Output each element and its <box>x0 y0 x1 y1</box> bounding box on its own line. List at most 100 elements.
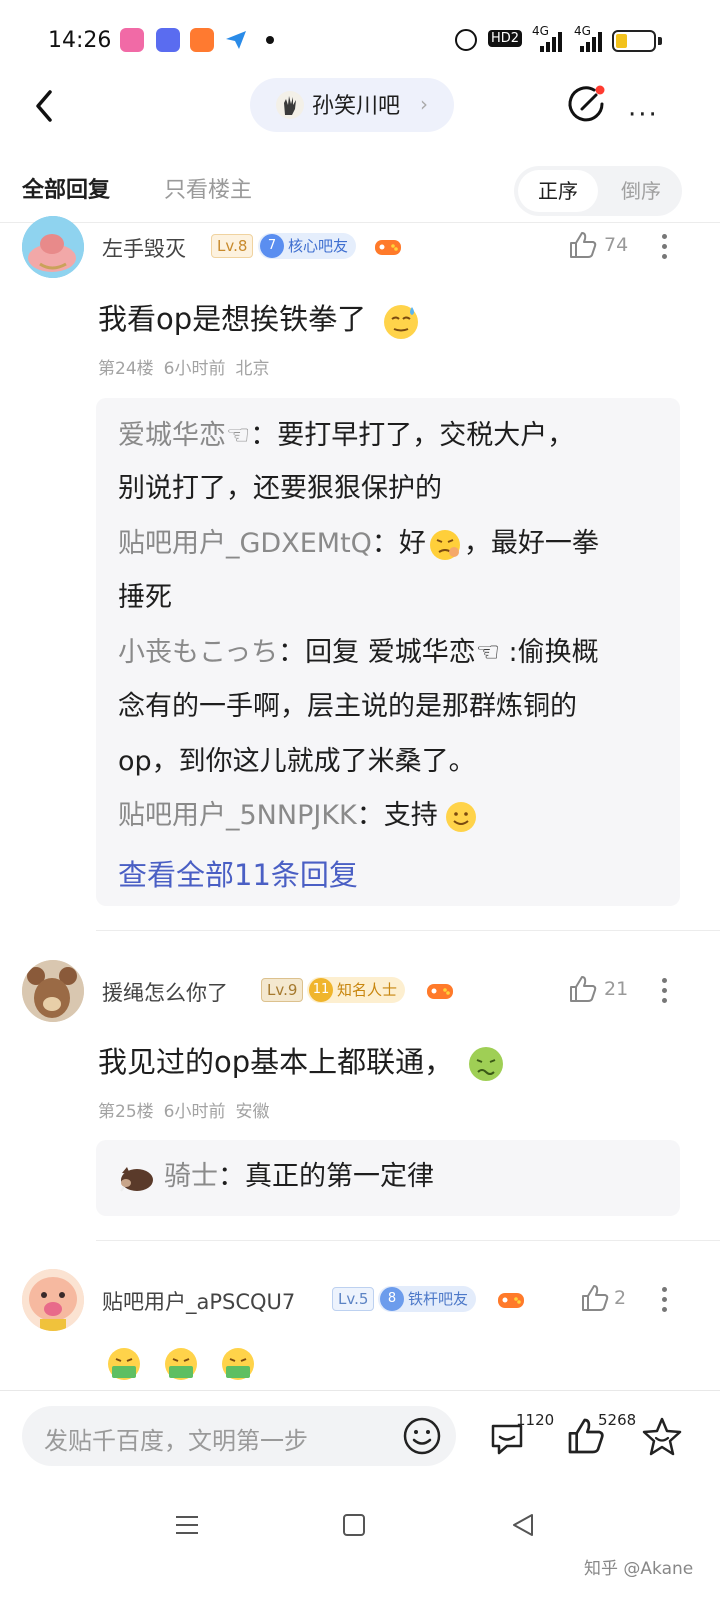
forum-avatar-icon <box>276 91 304 119</box>
like-button[interactable]: 21 <box>568 974 636 1006</box>
reply-colon: ： <box>371 528 399 559</box>
reply-username[interactable]: 骑士 <box>164 1161 218 1192</box>
reply-colon: ： <box>278 637 306 668</box>
alarm-icon <box>455 29 477 51</box>
like-count: 21 <box>604 978 629 1000</box>
status-time: 14:26 <box>48 28 112 53</box>
post-content: 我见过的op基本上都联通， <box>98 1039 506 1084</box>
reply-username[interactable]: 爱城华恋☜ <box>118 420 250 451</box>
divider <box>0 222 720 223</box>
thumb-up-icon <box>582 1285 609 1311</box>
reply-text: ，最好一拳 <box>463 528 599 559</box>
reply-colon: ： <box>250 420 278 451</box>
smiley-icon <box>403 1417 441 1455</box>
reply-text-continued: op，到你这儿就成了米桑了。 <box>118 746 476 777</box>
smile-emoji-icon <box>445 801 476 832</box>
app-notification-icon <box>120 28 144 52</box>
reply-item[interactable]: 贴吧用户_GDXEMtQ：好 ，最好一拳 <box>118 524 599 564</box>
reply-text-continued: 别说打了，还要狠狠保护的 <box>118 473 442 504</box>
boar-avatar-icon <box>120 1166 153 1192</box>
view-all-replies-link[interactable]: 查看全部11条回复 <box>118 852 358 894</box>
more-notifications-dot <box>266 36 274 44</box>
reply-text: 要打早打了，交税大户， <box>277 420 575 451</box>
chevron-right-icon: › <box>420 92 428 116</box>
sort-ascending-button[interactable]: 正序 <box>518 170 598 212</box>
reply-input-placeholder[interactable]: 发贴千百度，文明第一步 <box>44 1421 308 1456</box>
emoji-button[interactable] <box>402 1416 442 1456</box>
signal-bars-icon <box>540 32 562 52</box>
reply-item[interactable]: 小丧もこっち：回复 爱城华恋☜ :偷换概 <box>118 633 599 673</box>
post-meta: 第25楼 6小时前 安徽 <box>98 1097 279 1122</box>
app-notification-icon <box>190 28 214 52</box>
tab-op-only[interactable]: 只看楼主 <box>164 172 252 204</box>
avatar[interactable] <box>22 1269 84 1331</box>
reply-colon: ： <box>356 800 384 831</box>
menu-icon <box>176 1516 198 1534</box>
username[interactable]: 贴吧用户_aPSCQU7 <box>102 1286 295 1316</box>
edit-icon <box>568 85 605 122</box>
fan-tag-label: 核心吧友 <box>288 237 349 255</box>
sweat-emoji-icon <box>384 305 419 339</box>
reply-colon: ： <box>218 1161 245 1192</box>
username[interactable]: 左手毁灭 <box>102 233 186 263</box>
status-bar: 14:26 HD2 4G 4G <box>0 0 720 80</box>
fan-tag-badge[interactable]: 7 核心吧友 <box>258 233 357 259</box>
avatar[interactable] <box>22 216 84 278</box>
recent-apps-button[interactable] <box>174 1512 200 1538</box>
post-time: 6小时前 <box>163 1102 226 1122</box>
forum-name[interactable]: 孙笑川吧 <box>312 88 400 120</box>
post-location: 北京 <box>235 359 270 379</box>
angry-emoji-icon <box>429 529 460 560</box>
more-vertical-icon[interactable] <box>662 978 668 1008</box>
tab-all-replies[interactable]: 全部回复 <box>22 172 110 204</box>
floor-number: 第24楼 <box>98 359 154 379</box>
favorite-button[interactable] <box>640 1414 684 1458</box>
more-vertical-icon[interactable] <box>662 1287 668 1317</box>
reply-text: 好 <box>398 528 426 559</box>
like-button[interactable]: 74 <box>568 230 636 262</box>
reply-item[interactable]: 骑士：真正的第一定律 <box>118 1157 434 1197</box>
more-vertical-icon[interactable] <box>662 234 668 264</box>
signal-bars-icon <box>580 32 602 52</box>
money-emoji-icon <box>108 1348 140 1380</box>
watermark: 知乎 @Akane <box>584 1559 694 1579</box>
reply-username[interactable]: 小丧もこっち <box>118 637 278 668</box>
thumb-up-icon <box>570 976 597 1002</box>
reply-text: 真正的第一定律 <box>245 1161 434 1192</box>
fan-tag-badge[interactable]: 11 知名人士 <box>307 977 406 1003</box>
back-icon <box>36 90 52 122</box>
like-button[interactable]: 2 <box>580 1283 632 1315</box>
game-controller-icon <box>498 1293 524 1308</box>
sick-emoji-icon <box>469 1047 504 1081</box>
money-emoji-icon <box>222 1348 255 1380</box>
back-button[interactable] <box>28 82 68 130</box>
floor-number: 第25楼 <box>98 1102 154 1122</box>
send-notification-icon <box>224 28 248 52</box>
system-back-button[interactable] <box>510 1512 536 1538</box>
fan-level-number: 8 <box>380 1287 404 1311</box>
home-icon[interactable] <box>343 1514 365 1536</box>
fan-level-number: 7 <box>260 234 284 258</box>
more-icon[interactable]: ··· <box>628 100 659 130</box>
hd-indicator: HD2 <box>488 30 523 47</box>
fan-tag-label: 铁杆吧友 <box>408 1290 469 1308</box>
username[interactable]: 援绳怎么你了 <box>102 977 228 1007</box>
battery-icon <box>612 30 656 52</box>
reply-item[interactable]: 贴吧用户_5NNPJKK：支持 <box>118 796 478 836</box>
post-location: 安徽 <box>235 1102 270 1122</box>
edit-post-button[interactable] <box>564 82 608 126</box>
level-badge: Lv.9 <box>261 978 304 1002</box>
money-emoji-icon <box>165 1348 198 1380</box>
thread-like-count: 5268 <box>598 1411 637 1429</box>
reply-text: 支持 <box>383 800 438 831</box>
battery-tip <box>658 37 662 45</box>
reply-item[interactable]: 爱城华恋☜：要打早打了，交税大户， <box>118 416 574 456</box>
reply-username[interactable]: 贴吧用户_GDXEMtQ <box>118 528 372 559</box>
post-content <box>104 1344 258 1384</box>
back-triangle-icon <box>513 1514 533 1536</box>
sort-descending-button[interactable]: 倒序 <box>604 170 678 212</box>
reply-username[interactable]: 贴吧用户_5NNPJKK <box>118 800 357 831</box>
avatar[interactable] <box>22 960 84 1022</box>
fan-tag-badge[interactable]: 8 铁杆吧友 <box>378 1286 477 1312</box>
post-text: 我见过的op基本上都联通， <box>98 1045 454 1079</box>
